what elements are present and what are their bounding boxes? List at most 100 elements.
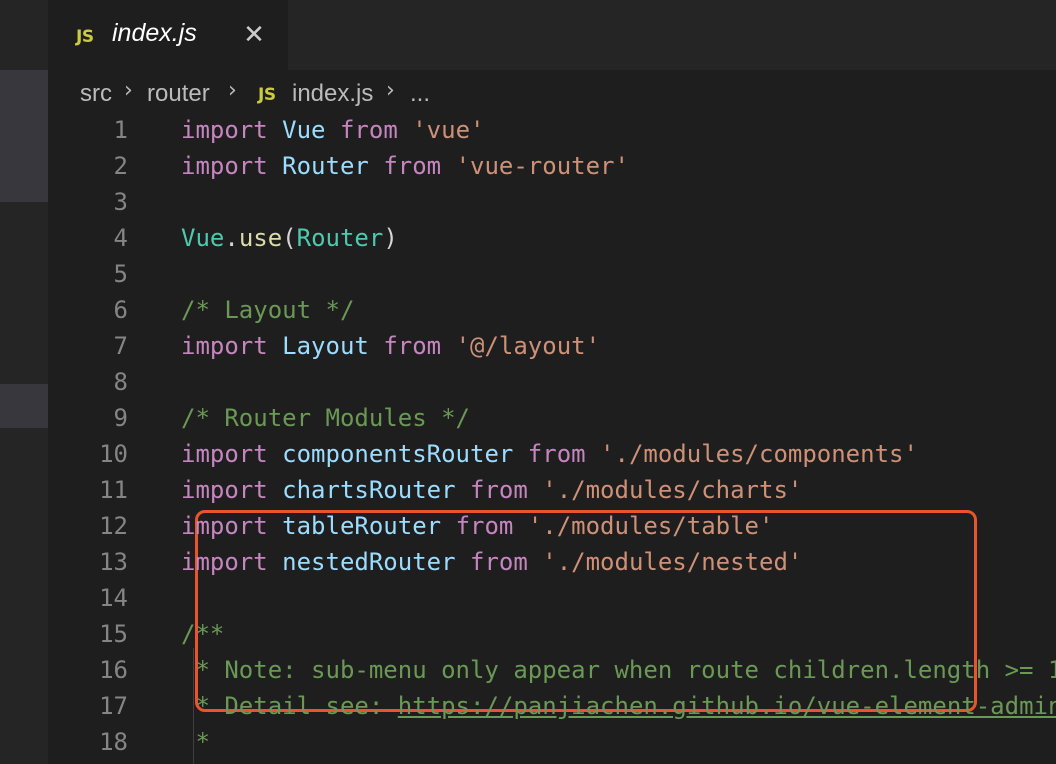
code-line[interactable]: import Layout from '@/layout' <box>181 328 600 364</box>
code-token: 'vue' <box>412 116 485 144</box>
code-line[interactable]: import Vue from 'vue' <box>181 116 484 148</box>
breadcrumb-item-more[interactable]: ... <box>410 80 430 108</box>
activity-sidebar <box>0 0 48 764</box>
code-token: Router <box>296 224 384 252</box>
code-token: './modules/table' <box>527 512 774 540</box>
code-token: ) <box>383 224 398 252</box>
line-number: 7 <box>113 332 128 360</box>
code-line[interactable]: /* Router Modules */ <box>181 400 470 436</box>
code-token: from <box>383 152 442 180</box>
code-token: import <box>181 512 268 540</box>
sidebar-selected-item[interactable] <box>0 384 48 428</box>
line-number: 1 <box>113 116 128 144</box>
line-number: 11 <box>99 476 128 504</box>
chevron-right-icon: › <box>124 78 133 103</box>
code-line[interactable]: Vue.use(Router) <box>181 220 398 256</box>
sidebar-panel <box>0 70 48 202</box>
breadcrumb-item-file[interactable]: index.js <box>292 80 373 108</box>
code-token: * Note: sub-menu only appear when route … <box>181 656 1056 684</box>
code-token: from <box>470 548 528 576</box>
code-token: from <box>339 116 398 144</box>
code-token: './modules/components' <box>600 440 918 468</box>
line-number: 12 <box>99 512 128 540</box>
code-token: . <box>224 224 239 252</box>
code-token: import <box>181 116 268 144</box>
code-token: import <box>181 152 268 180</box>
code-token: * Detail see: <box>181 692 398 720</box>
code-token: /* Layout */ <box>181 296 355 324</box>
line-number: 17 <box>99 692 128 720</box>
code-token: import <box>181 332 268 360</box>
code-line[interactable]: * Detail see: https://panjiachen.github.… <box>181 688 1056 724</box>
code-token: /* Router Modules */ <box>181 404 470 432</box>
tab-index-js[interactable]: JS index.js ✕ <box>48 0 288 70</box>
code-token: Layout <box>282 332 369 360</box>
code-token: import <box>181 440 268 468</box>
code-token: /** <box>181 620 225 648</box>
chevron-right-icon: › <box>228 78 237 103</box>
breadcrumb-item-src[interactable]: src <box>80 80 112 108</box>
code-token: 'vue-router' <box>455 152 629 180</box>
code-line[interactable]: import componentsRouter from './modules/… <box>181 436 918 472</box>
chevron-right-icon: › <box>386 78 395 103</box>
code-token: '@/layout' <box>455 332 601 360</box>
line-number: 8 <box>113 368 128 396</box>
breadcrumb: src › router › JS index.js › ... <box>48 70 1056 116</box>
code-line[interactable]: /** <box>181 616 224 652</box>
code-line[interactable]: import tableRouter from './modules/table… <box>181 508 773 544</box>
line-number: 16 <box>99 656 128 684</box>
line-number: 13 <box>99 548 128 576</box>
javascript-file-icon: JS <box>258 85 276 105</box>
code-token: from <box>470 476 528 504</box>
code-token: import <box>181 476 268 504</box>
tab-label: index.js <box>112 19 197 47</box>
line-number: 4 <box>113 224 128 252</box>
breadcrumb-item-router[interactable]: router <box>147 80 210 108</box>
line-number: 5 <box>113 260 128 288</box>
code-line[interactable]: * <box>181 724 210 760</box>
code-editor[interactable]: 1 import Vue from 'vue' 2 import Router fro… <box>48 116 1056 764</box>
code-line[interactable]: * Note: sub-menu only appear when route … <box>181 652 1056 688</box>
code-token: Vue <box>181 224 225 252</box>
code-token: './modules/charts' <box>542 476 803 504</box>
code-token: nestedRouter <box>282 548 456 576</box>
code-token: tableRouter <box>282 512 442 540</box>
code-token: chartsRouter <box>282 476 456 504</box>
line-number: 6 <box>113 296 128 324</box>
code-token: import <box>181 548 268 576</box>
line-number: 10 <box>99 440 128 468</box>
code-line[interactable]: import Router from 'vue-router' <box>181 148 629 184</box>
line-number: 14 <box>99 584 128 612</box>
close-icon[interactable]: ✕ <box>240 20 268 50</box>
code-line[interactable]: import nestedRouter from './modules/nest… <box>181 544 802 580</box>
code-token: * <box>181 728 210 756</box>
code-line[interactable]: import chartsRouter from './modules/char… <box>181 472 802 508</box>
javascript-file-icon: JS <box>76 27 94 47</box>
code-token: from <box>455 512 514 540</box>
line-number: 2 <box>113 152 128 180</box>
code-token: ( <box>282 224 297 252</box>
code-line[interactable]: /* Layout */ <box>181 292 354 328</box>
line-number: 9 <box>113 404 128 432</box>
line-number: 18 <box>99 728 128 756</box>
code-link[interactable]: https://panjiachen.github.io/vue-element… <box>398 692 1056 720</box>
